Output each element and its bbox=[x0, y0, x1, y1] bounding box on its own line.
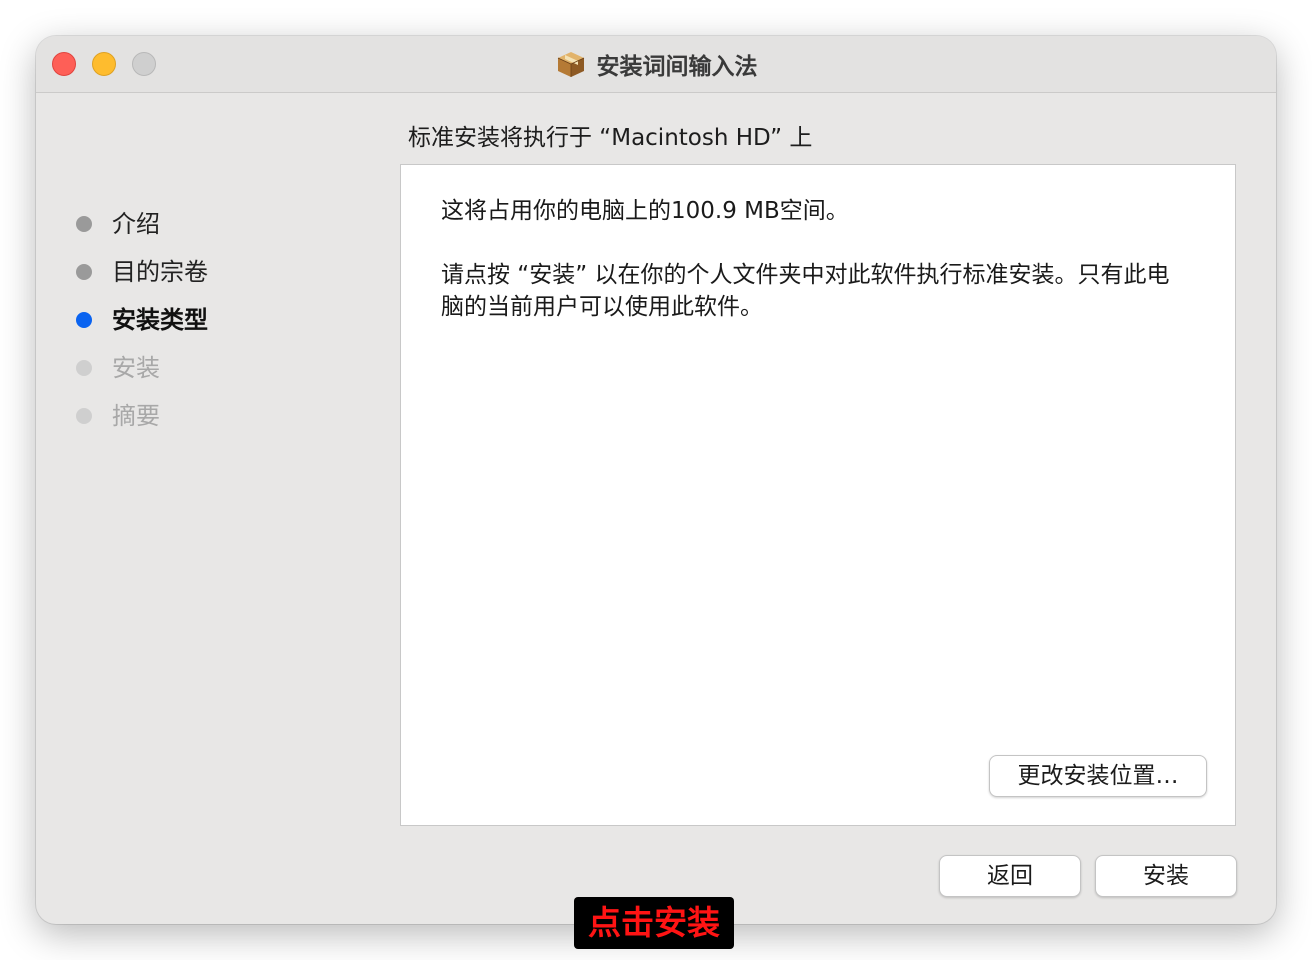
step-label: 介绍 bbox=[112, 210, 160, 238]
step-label: 安装 bbox=[112, 354, 160, 382]
step-list: 介绍 目的宗卷 安装类型 安装 摘要 bbox=[76, 206, 208, 446]
step-dot-icon bbox=[76, 312, 92, 328]
step-dot-icon bbox=[76, 216, 92, 232]
step-summary: 摘要 bbox=[76, 398, 208, 446]
change-install-location-button[interactable]: 更改安装位置… bbox=[989, 755, 1207, 797]
install-button[interactable]: 安装 bbox=[1095, 855, 1237, 897]
step-dot-icon bbox=[76, 360, 92, 376]
window-title: 安装词间输入法 bbox=[596, 54, 758, 80]
window-title-group: 安装词间输入法 bbox=[36, 46, 1276, 82]
step-installation-type: 安装类型 bbox=[76, 302, 208, 350]
content-heading: 标准安装将执行于 “Macintosh HD” 上 bbox=[408, 125, 813, 151]
package-icon bbox=[557, 52, 584, 77]
step-destination: 目的宗卷 bbox=[76, 254, 208, 302]
overlay-caption: 点击安装 bbox=[574, 897, 734, 949]
disk-space-text: 这将占用你的电脑上的100.9 MB空间。 bbox=[441, 198, 849, 224]
step-introduction: 介绍 bbox=[76, 206, 208, 254]
back-button[interactable]: 返回 bbox=[939, 855, 1081, 897]
content-panel: 这将占用你的电脑上的100.9 MB空间。 请点按 “安装” 以在你的个人文件夹… bbox=[400, 164, 1236, 826]
install-instructions-text: 请点按 “安装” 以在你的个人文件夹中对此软件执行标准安装。只有此电脑的当前用户… bbox=[441, 262, 1170, 320]
step-installation: 安装 bbox=[76, 350, 208, 398]
step-dot-icon bbox=[76, 408, 92, 424]
step-dot-icon bbox=[76, 264, 92, 280]
step-label: 安装类型 bbox=[112, 306, 208, 334]
installer-window: 安装词间输入法 介绍 目的宗卷 安装类型 安装 摘要 标准安装将执行于 “Mac… bbox=[36, 36, 1276, 924]
title-bar: 安装词间输入法 bbox=[36, 36, 1276, 93]
step-label: 摘要 bbox=[112, 402, 160, 430]
step-label: 目的宗卷 bbox=[112, 258, 208, 286]
